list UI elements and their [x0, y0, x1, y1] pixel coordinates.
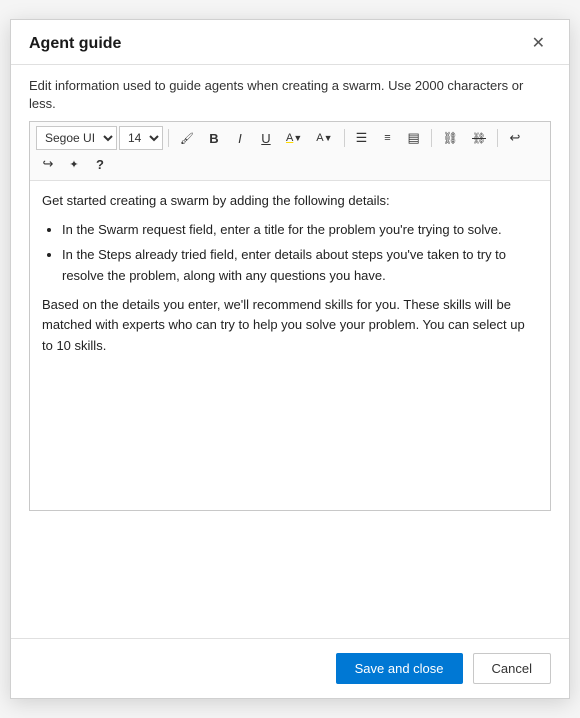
dialog-footer: Save and close Cancel [11, 638, 569, 698]
justify-btn[interactable]: ▤ [402, 126, 426, 150]
editor-body: Based on the details you enter, we'll re… [42, 295, 538, 357]
italic-btn[interactable]: I [228, 126, 252, 150]
clear-format-btn[interactable]: ✦ [62, 152, 86, 176]
help-btn[interactable]: ? [88, 152, 112, 176]
paint-format-btn[interactable]: 🖌 [174, 126, 200, 150]
dialog-title: Agent guide [29, 35, 121, 53]
save-and-close-button[interactable]: Save and close [336, 653, 463, 684]
close-button[interactable]: ✕ [526, 34, 551, 54]
font-family-group: Segoe UI [36, 126, 117, 150]
toolbar-separator-2 [344, 129, 345, 147]
unlink-btn[interactable]: ⛓ [466, 126, 492, 150]
highlight-btn[interactable]: A▼ [280, 126, 308, 150]
dialog-description: Edit information used to guide agents wh… [11, 65, 569, 121]
toolbar-separator-3 [431, 129, 432, 147]
dialog-header: Agent guide ✕ [11, 20, 569, 65]
font-size-select[interactable]: 14 [119, 126, 163, 150]
editor-intro: Get started creating a swarm by adding t… [42, 191, 538, 212]
editor-bullet-list: In the Swarm request field, enter a titl… [42, 220, 538, 286]
font-color-btn[interactable]: A▼ [310, 126, 338, 150]
editor-content[interactable]: Get started creating a swarm by adding t… [30, 181, 550, 510]
editor-bullet-2: In the Steps already tried field, enter … [62, 245, 538, 287]
bold-btn[interactable]: B [202, 126, 226, 150]
link-btn[interactable]: ⛓ [437, 126, 464, 150]
font-size-group: 14 [119, 126, 163, 150]
editor-area: Segoe UI 14 🖌 B I U A▼ A▼ ☰ ≡ ▤ [29, 121, 551, 511]
editor-bullet-1: In the Swarm request field, enter a titl… [62, 220, 538, 241]
underline-btn[interactable]: U [254, 126, 278, 150]
undo-btn[interactable]: ↩ [503, 126, 527, 150]
toolbar-separator-4 [497, 129, 498, 147]
agent-guide-dialog: Agent guide ✕ Edit information used to g… [10, 19, 570, 699]
toolbar-separator-1 [168, 129, 169, 147]
cancel-button[interactable]: Cancel [473, 653, 551, 684]
bullet-list-btn[interactable]: ☰ [350, 126, 374, 150]
font-family-select[interactable]: Segoe UI [36, 126, 117, 150]
ordered-list-btn[interactable]: ≡ [376, 126, 400, 150]
editor-toolbar: Segoe UI 14 🖌 B I U A▼ A▼ ☰ ≡ ▤ [30, 122, 550, 181]
redo-btn[interactable]: ↪ [36, 152, 60, 176]
